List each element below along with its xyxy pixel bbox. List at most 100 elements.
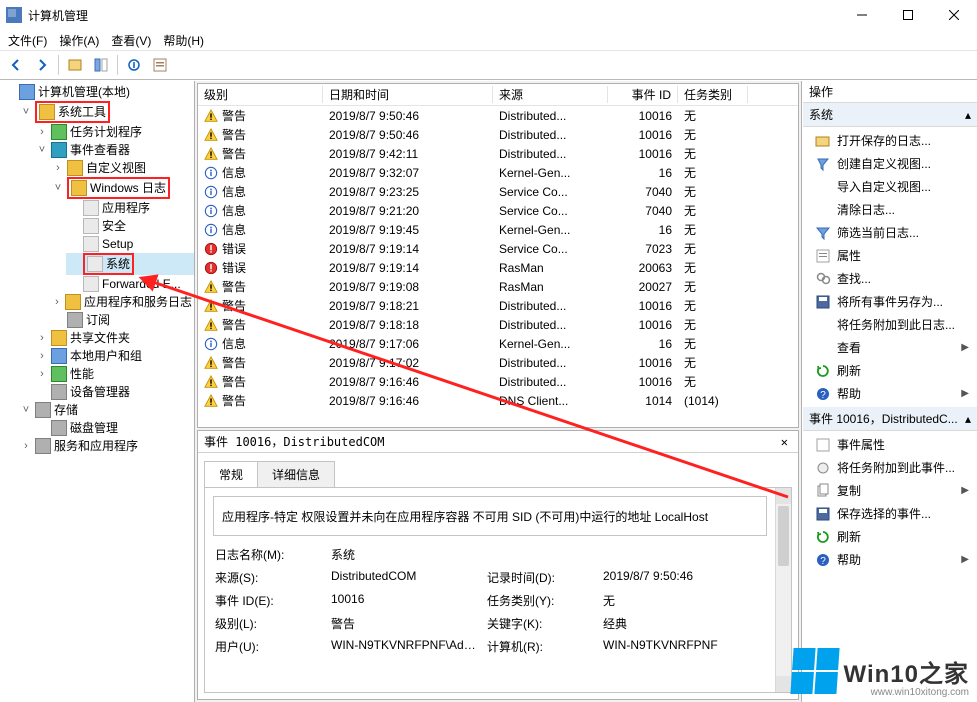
clear-icon	[815, 202, 831, 218]
table-row[interactable]: 错误2019/8/7 9:19:14RasMan20063无	[198, 258, 798, 277]
table-row[interactable]: 错误2019/8/7 9:19:14Service Co...7023无	[198, 239, 798, 258]
tree-subscriptions[interactable]: 订阅	[50, 311, 194, 329]
cell-source: Service Co...	[493, 185, 608, 199]
tree-root[interactable]: 计算机管理(本地)	[2, 83, 194, 101]
toolbar-btn-3[interactable]	[122, 53, 146, 77]
table-row[interactable]: 警告2019/8/7 9:16:46Distributed...10016无	[198, 372, 798, 391]
tab-details[interactable]: 详细信息	[257, 461, 335, 487]
action-help-event[interactable]: ?帮助▶	[803, 548, 977, 571]
menu-help[interactable]: 帮助(H)	[163, 32, 204, 49]
back-button[interactable]	[4, 53, 28, 77]
tree-task-scheduler[interactable]: ›任务计划程序	[34, 123, 194, 141]
action-open-saved-log[interactable]: 打开保存的日志...	[803, 129, 977, 152]
menu-operation[interactable]: 操作(A)	[59, 32, 99, 49]
group-label: 系统	[809, 106, 833, 123]
table-row[interactable]: 信息2019/8/7 9:23:25Service Co...7040无	[198, 182, 798, 201]
maximize-button[interactable]	[885, 0, 931, 30]
tree-local-users[interactable]: ›本地用户和组	[34, 347, 194, 365]
action-clear-log[interactable]: 清除日志...	[803, 198, 977, 221]
col-event-id[interactable]: 事件 ID	[608, 86, 678, 103]
table-row[interactable]: 警告2019/8/7 9:50:46Distributed...10016无	[198, 106, 798, 125]
table-row[interactable]: 警告2019/8/7 9:42:11Distributed...10016无	[198, 144, 798, 163]
tree-security-log[interactable]: 安全	[66, 217, 194, 235]
cell-event-id: 1014	[608, 394, 678, 408]
table-row[interactable]: 警告2019/8/7 9:19:08RasMan20027无	[198, 277, 798, 296]
cell-level: 警告	[198, 354, 323, 371]
table-row[interactable]: 信息2019/8/7 9:17:06Kernel-Gen...16无	[198, 334, 798, 353]
label-event-id: 事件 ID(E):	[215, 592, 325, 609]
action-filter-log[interactable]: 筛选当前日志...	[803, 221, 977, 244]
tree-label: 性能	[70, 365, 94, 383]
action-event-properties[interactable]: 事件属性	[803, 433, 977, 456]
tools-icon	[39, 104, 55, 120]
toolbar-btn-1[interactable]	[63, 53, 87, 77]
tree-performance[interactable]: ›性能	[34, 365, 194, 383]
action-view[interactable]: 查看▶	[803, 336, 977, 359]
tab-general[interactable]: 常规	[204, 461, 258, 487]
cell-category: 无	[678, 126, 748, 143]
col-datetime[interactable]: 日期和时间	[323, 86, 493, 103]
tree-device-manager[interactable]: 设备管理器	[34, 383, 194, 401]
menu-view[interactable]: 查看(V)	[111, 32, 151, 49]
action-refresh-event[interactable]: 刷新	[803, 525, 977, 548]
action-create-custom-view[interactable]: 创建自定义视图...	[803, 152, 977, 175]
action-attach-task-to-log[interactable]: 将任务附加到此日志...	[803, 313, 977, 336]
table-row[interactable]: 警告2019/8/7 9:50:46Distributed...10016无	[198, 125, 798, 144]
table-row[interactable]: 警告2019/8/7 9:18:18Distributed...10016无	[198, 315, 798, 334]
actions-group-system[interactable]: 系统 ▴	[803, 103, 977, 127]
forward-button[interactable]	[30, 53, 54, 77]
action-attach-task-to-event[interactable]: 将任务附加到此事件...	[803, 456, 977, 479]
col-source[interactable]: 来源	[493, 86, 608, 103]
action-copy[interactable]: 复制▶	[803, 479, 977, 502]
table-row[interactable]: 警告2019/8/7 9:17:02Distributed...10016无	[198, 353, 798, 372]
table-row[interactable]: 信息2019/8/7 9:19:45Kernel-Gen...16无	[198, 220, 798, 239]
table-row[interactable]: 信息2019/8/7 9:32:07Kernel-Gen...16无	[198, 163, 798, 182]
minimize-button[interactable]	[839, 0, 885, 30]
action-save-all-events[interactable]: 将所有事件另存为...	[803, 290, 977, 313]
cell-category: 无	[678, 145, 748, 162]
tree-label: 应用程序	[102, 199, 150, 217]
col-category[interactable]: 任务类别	[678, 86, 748, 103]
tree-custom-views[interactable]: ›自定义视图	[50, 159, 194, 177]
toolbar-btn-4[interactable]	[148, 53, 172, 77]
tree-app-service-logs[interactable]: ›应用程序和服务日志	[50, 293, 194, 311]
tree-disk-management[interactable]: 磁盘管理	[34, 419, 194, 437]
event-table-body[interactable]: 警告2019/8/7 9:50:46Distributed...10016无警告…	[198, 106, 798, 427]
label-logged: 记录时间(D):	[487, 569, 597, 586]
col-level[interactable]: 级别	[198, 86, 323, 103]
action-help[interactable]: ?帮助▶	[803, 382, 977, 405]
tree-forwarded-events[interactable]: Forwarded E...	[66, 275, 194, 293]
detail-scrollbar[interactable]	[775, 488, 791, 692]
tree-shared-folders[interactable]: ›共享文件夹	[34, 329, 194, 347]
tree-storage[interactable]: ˅存储	[18, 401, 194, 419]
tree-system-tools[interactable]: ˅系统工具	[18, 101, 194, 123]
action-properties[interactable]: 属性	[803, 244, 977, 267]
tree-system-log[interactable]: 系统	[66, 253, 194, 275]
table-row[interactable]: 警告2019/8/7 9:16:46DNS Client...1014(1014…	[198, 391, 798, 410]
tree-windows-logs[interactable]: ˅Windows 日志	[50, 177, 194, 199]
action-import-custom-view[interactable]: 导入自定义视图...	[803, 175, 977, 198]
action-refresh[interactable]: 刷新	[803, 359, 977, 382]
event-properties-icon	[815, 437, 831, 453]
table-row[interactable]: 信息2019/8/7 9:21:20Service Co...7040无	[198, 201, 798, 220]
tree-label: 自定义视图	[86, 159, 146, 177]
detail-close-button[interactable]: ✕	[777, 435, 792, 449]
tree-app-log[interactable]: 应用程序	[66, 199, 194, 217]
tree-label: 存储	[54, 401, 78, 419]
detail-body: 应用程序-特定 权限设置并未向在应用程序容器 不可用 SID (不可用)中运行的…	[204, 487, 792, 693]
tree-event-viewer[interactable]: ˅事件查看器	[34, 141, 194, 159]
actions-group-event[interactable]: 事件 10016，DistributedC... ▴	[803, 407, 977, 431]
tree-services-apps[interactable]: ›服务和应用程序	[18, 437, 194, 455]
close-button[interactable]	[931, 0, 977, 30]
cell-event-id: 10016	[608, 318, 678, 332]
table-row[interactable]: 警告2019/8/7 9:18:21Distributed...10016无	[198, 296, 798, 315]
toolbar-btn-2[interactable]	[89, 53, 113, 77]
tree-label: 磁盘管理	[70, 419, 118, 437]
action-save-selected-events[interactable]: 保存选择的事件...	[803, 502, 977, 525]
action-label: 查找...	[837, 270, 871, 287]
menu-file[interactable]: 文件(F)	[8, 32, 47, 49]
cell-event-id: 16	[608, 166, 678, 180]
tree-label: 系统工具	[58, 103, 106, 121]
tree-setup-log[interactable]: Setup	[66, 235, 194, 253]
action-find[interactable]: 查找...	[803, 267, 977, 290]
